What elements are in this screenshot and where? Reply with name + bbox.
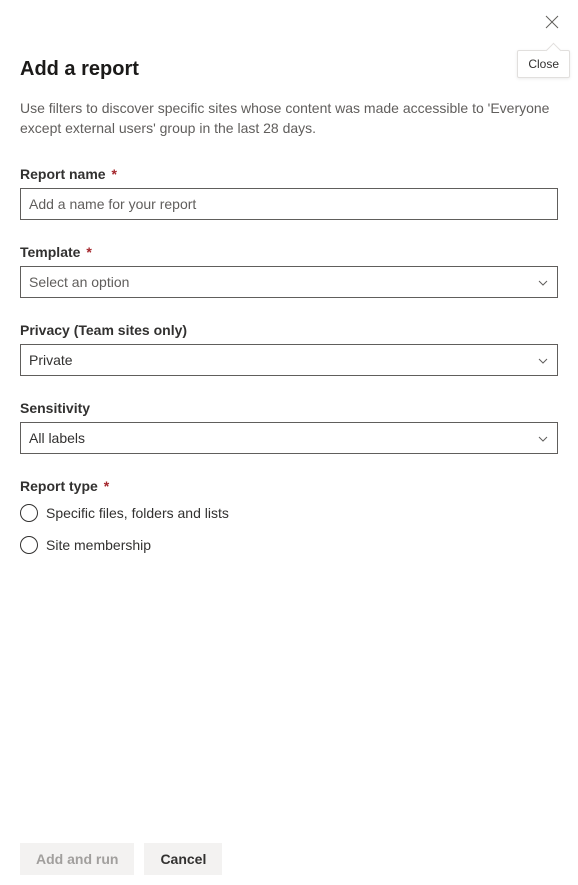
sensitivity-label: Sensitivity (20, 400, 558, 416)
chevron-down-icon (537, 276, 549, 288)
report-type-label-text: Report type (20, 478, 98, 494)
privacy-select[interactable]: Private (20, 344, 558, 376)
field-template: Template * Select an option (20, 244, 558, 298)
template-select[interactable]: Select an option (20, 266, 558, 298)
required-asterisk: * (111, 166, 116, 182)
field-report-name: Report name * (20, 166, 558, 220)
field-privacy: Privacy (Team sites only) Private (20, 322, 558, 376)
close-icon (545, 15, 559, 29)
radio-specific-files[interactable]: Specific files, folders and lists (20, 504, 558, 522)
sensitivity-select[interactable]: All labels (20, 422, 558, 454)
sensitivity-value: All labels (29, 430, 85, 446)
radio-icon (20, 504, 38, 522)
close-tooltip-text: Close (528, 57, 559, 71)
page-title: Add a report (20, 58, 558, 81)
report-name-input[interactable] (20, 188, 558, 220)
close-button[interactable] (540, 10, 564, 34)
required-asterisk: * (86, 244, 91, 260)
report-name-label: Report name * (20, 166, 558, 182)
radio-label-text: Site membership (46, 537, 151, 553)
required-asterisk: * (104, 478, 109, 494)
privacy-label: Privacy (Team sites only) (20, 322, 558, 338)
footer-actions: Add and run Cancel (20, 843, 222, 875)
template-label: Template * (20, 244, 558, 260)
template-value: Select an option (29, 274, 129, 290)
report-type-radio-group: Specific files, folders and lists Site m… (20, 504, 558, 554)
chevron-down-icon (537, 354, 549, 366)
report-type-label: Report type * (20, 478, 558, 494)
cancel-button[interactable]: Cancel (144, 843, 222, 875)
add-and-run-button[interactable]: Add and run (20, 843, 134, 875)
field-sensitivity: Sensitivity All labels (20, 400, 558, 454)
privacy-value: Private (29, 352, 73, 368)
chevron-down-icon (537, 432, 549, 444)
close-tooltip: Close (517, 50, 570, 78)
page-subtitle: Use filters to discover specific sites w… (20, 99, 558, 138)
radio-label-text: Specific files, folders and lists (46, 505, 229, 521)
add-report-panel: Add a report Use filters to discover spe… (0, 0, 578, 598)
report-name-label-text: Report name (20, 166, 106, 182)
template-label-text: Template (20, 244, 80, 260)
radio-site-membership[interactable]: Site membership (20, 536, 558, 554)
radio-icon (20, 536, 38, 554)
field-report-type: Report type * Specific files, folders an… (20, 478, 558, 554)
